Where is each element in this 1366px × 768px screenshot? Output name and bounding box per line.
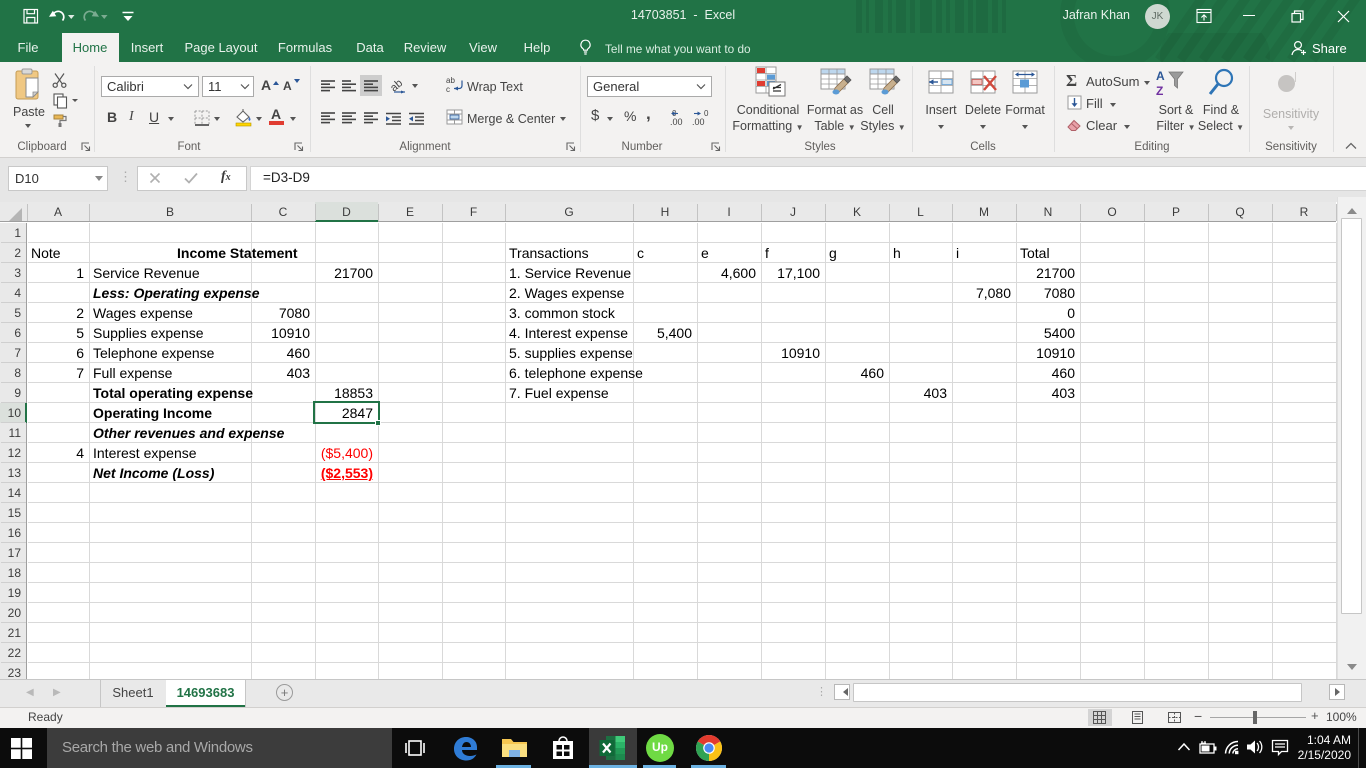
svg-text:ab: ab: [446, 76, 455, 85]
svg-text:c: c: [446, 85, 450, 94]
svg-text:A: A: [1156, 69, 1165, 83]
svg-text:Z: Z: [1156, 84, 1163, 98]
svg-text:0: 0: [704, 109, 709, 118]
svg-text:.00: .00: [692, 117, 705, 127]
svg-text:.00: .00: [670, 117, 683, 127]
